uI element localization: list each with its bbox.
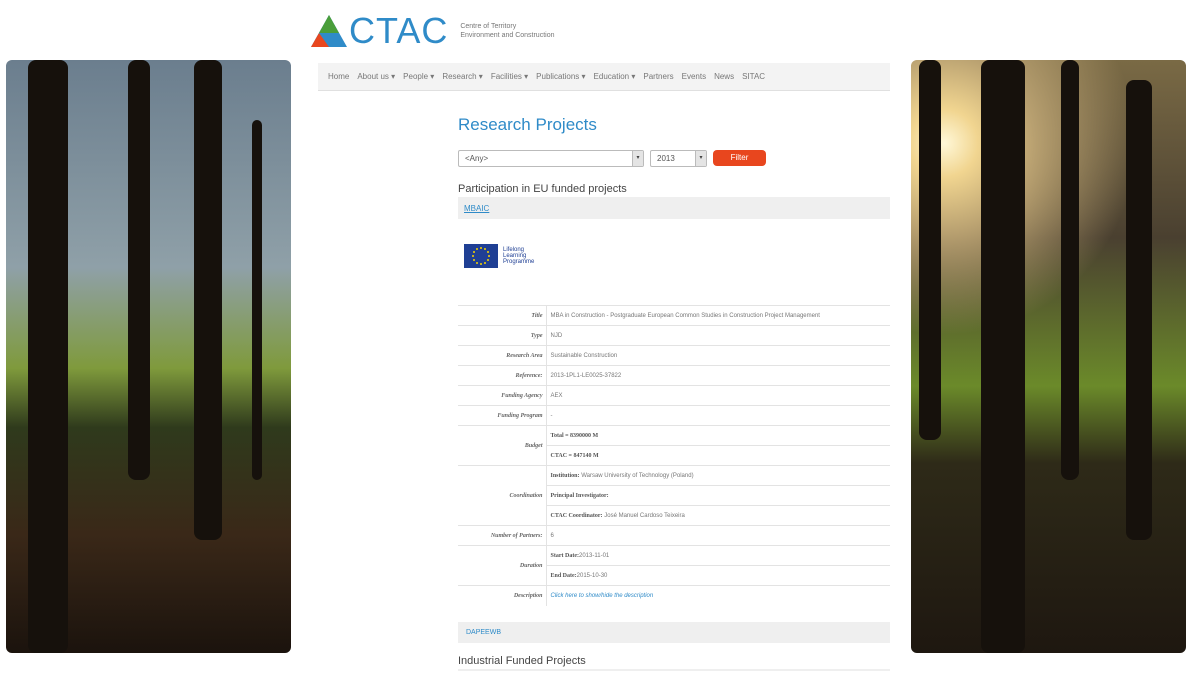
project-link-mbaic[interactable]: MBAIC <box>464 204 489 213</box>
table-row: Number of Partners: 6 <box>458 525 890 546</box>
divider <box>458 668 890 671</box>
main-content: Research Projects <Any> ▾ 2013 ▾ Filter … <box>458 115 890 671</box>
nav-publications[interactable]: Publications ▾ <box>536 72 585 81</box>
project-header-mbaic: MBAIC <box>458 197 890 219</box>
detail-label: Type <box>458 325 547 346</box>
table-row: Duration Start Date:2013-11-01 <box>458 545 890 586</box>
detail-value: 6 <box>546 525 890 546</box>
detail-value: Start Date:2013-11-01 <box>546 545 890 566</box>
filter-bar: <Any> ▾ 2013 ▾ Filter <box>458 149 890 167</box>
nav-about-us[interactable]: About us ▾ <box>357 72 395 81</box>
detail-value: End Date:2015-10-30 <box>546 565 890 586</box>
detail-value: - <box>546 405 890 426</box>
start-date-value: 2013-11-01 <box>579 552 610 559</box>
industrial-projects-heading: Industrial Funded Projects <box>458 654 586 667</box>
detail-value: CTAC = 847140 M <box>546 445 890 466</box>
nav-sitac[interactable]: SITAC <box>742 72 765 81</box>
detail-value: Total = 8390000 M <box>546 425 890 446</box>
project-details-table: Title MBA in Construction - Postgraduate… <box>458 305 890 606</box>
nav-partners[interactable]: Partners <box>643 72 673 81</box>
table-row: Reference: 2013-1PL1-LE0025-37822 <box>458 365 890 386</box>
lifelong-learning-logo: Lifelong Learning Programme <box>464 243 538 269</box>
detail-value: NJD <box>546 325 890 346</box>
eu-projects-heading: Participation in EU funded projects <box>458 183 627 195</box>
budget-total: Total = 8390000 M <box>550 432 599 439</box>
start-date-label: Start Date: <box>550 552 580 559</box>
eu-flag-icon <box>464 244 498 268</box>
toggle-description-link[interactable]: Click here to show/hide the description <box>551 593 654 599</box>
logo-triangle-icon <box>311 15 347 47</box>
nav-education[interactable]: Education ▾ <box>594 72 636 81</box>
project-link-dapeewb[interactable]: DAPEEWB <box>466 629 501 636</box>
end-date-label: End Date: <box>550 572 577 579</box>
end-date-value: 2015-10-30 <box>576 572 608 579</box>
year-value: 2013 <box>657 153 675 163</box>
nav-research[interactable]: Research ▾ <box>442 72 482 81</box>
right-forest-photo <box>911 60 1186 653</box>
nav-facilities[interactable]: Facilities ▾ <box>491 72 528 81</box>
table-row: Type NJD <box>458 325 890 346</box>
detail-label: Coordination <box>458 465 547 526</box>
table-row: Coordination Institution: Warsaw Univers… <box>458 465 890 526</box>
year-select[interactable]: 2013 ▾ <box>650 149 707 167</box>
institution-label: Institution: <box>550 472 580 479</box>
detail-value: Sustainable Construction <box>546 345 890 366</box>
table-row: Description Click here to show/hide the … <box>458 585 890 606</box>
ctac-coordinator-value: José Manuel Cardoso Teixeira <box>604 512 685 519</box>
detail-label: Funding Agency <box>458 385 547 406</box>
detail-value: MBA in Construction - Postgraduate Europ… <box>546 305 890 326</box>
filter-button[interactable]: Filter <box>713 150 766 166</box>
nav-people[interactable]: People ▾ <box>403 72 434 81</box>
table-row: Title MBA in Construction - Postgraduate… <box>458 305 890 326</box>
chevron-down-icon: ▾ <box>695 150 706 166</box>
table-row: Budget Total = 8390000 M <box>458 425 890 466</box>
main-nav: Home About us ▾ People ▾ Research ▾ Faci… <box>318 63 890 91</box>
detail-value: Click here to show/hide the description <box>546 585 890 606</box>
table-row: Research Area Sustainable Construction <box>458 345 890 366</box>
detail-value: 2013-1PL1-LE0025-37822 <box>546 365 890 386</box>
detail-label: Title <box>458 305 547 326</box>
research-area-value: <Any> <box>465 153 489 163</box>
nav-news[interactable]: News <box>714 72 734 81</box>
pi-label: Principal Investigator: <box>550 492 609 499</box>
ctac-logo[interactable]: CTAC Centre of Territory Environment and… <box>311 10 555 51</box>
detail-value: Institution: Warsaw University of Techno… <box>546 465 890 486</box>
logo-wordmark: CTAC <box>349 10 449 51</box>
detail-label: Number of Partners: <box>458 525 547 546</box>
detail-label: Budget <box>458 425 547 466</box>
left-forest-photo <box>6 60 291 653</box>
ctac-coordinator-label: CTAC Coordinator: <box>550 512 603 519</box>
detail-value: CTAC Coordinator: José Manuel Cardoso Te… <box>546 505 890 526</box>
table-row: Funding Agency AEX <box>458 385 890 406</box>
eu-logo-text: Lifelong Learning Programme <box>503 247 535 265</box>
institution-value: Warsaw University of Technology (Poland) <box>581 472 694 479</box>
detail-label: Reference: <box>458 365 547 386</box>
logo-subtitle: Centre of Territory Environment and Cons… <box>460 23 555 39</box>
detail-label: Research Area <box>458 345 547 366</box>
page-title: Research Projects <box>458 115 597 134</box>
detail-value: Principal Investigator: <box>546 485 890 506</box>
detail-label: Funding Program <box>458 405 547 426</box>
detail-label: Description <box>458 585 547 606</box>
nav-events[interactable]: Events <box>682 72 706 81</box>
project-header-dapeewb: DAPEEWB <box>458 621 890 643</box>
table-row: Funding Program - <box>458 405 890 426</box>
nav-home[interactable]: Home <box>328 72 349 81</box>
detail-value: AEX <box>546 385 890 406</box>
detail-label: Duration <box>458 545 547 586</box>
chevron-down-icon: ▾ <box>632 150 643 166</box>
research-area-select[interactable]: <Any> ▾ <box>458 149 644 167</box>
budget-ctac: CTAC = 847140 M <box>550 452 599 459</box>
